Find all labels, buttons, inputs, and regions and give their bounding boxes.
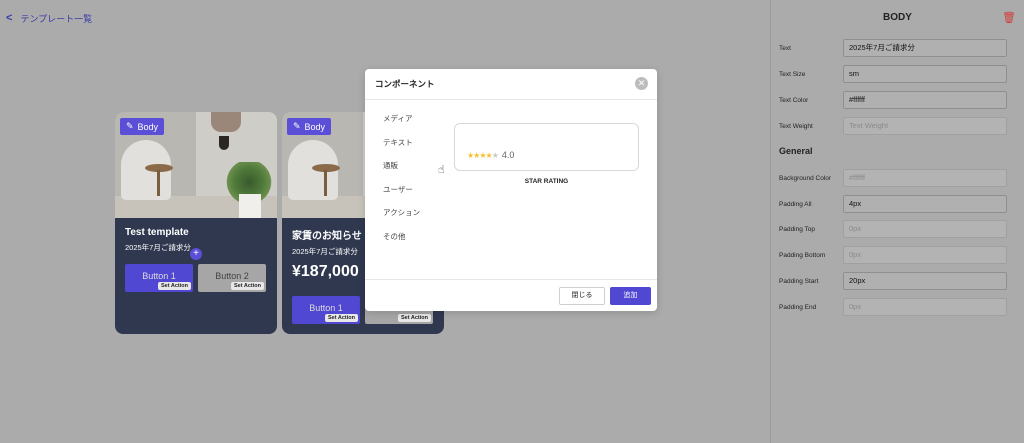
section-general: General [779, 146, 813, 156]
modal-footer: 閉じる 追加 [365, 279, 657, 311]
set-action-button[interactable]: Set Action [231, 282, 264, 290]
set-action-button[interactable]: Set Action [398, 314, 431, 322]
component-modal: コンポーネント ✕ メディア テキスト 通販 ユーザー アクション その他 ☝ … [365, 69, 657, 311]
trash-icon[interactable]: 🗑 [1002, 11, 1016, 24]
padding-top-input[interactable]: 0px [843, 220, 1007, 238]
background-color-input[interactable]: #ffffff [843, 169, 1007, 187]
text-color-input[interactable]: #ffffff [843, 91, 1007, 109]
padding-all-input[interactable]: 4px [843, 195, 1007, 213]
set-action-button[interactable]: Set Action [325, 314, 358, 322]
properties-panel: BODY 🗑 Text 2025年7月ご請求分 Text Size sm Tex… [770, 0, 1024, 443]
close-icon[interactable]: ✕ [635, 77, 648, 90]
back-link-label: テンプレート一覧 [20, 13, 93, 24]
edit-icon: ✎ [126, 121, 134, 131]
category-action[interactable]: アクション [383, 207, 420, 218]
body-badge[interactable]: ✎ Body [287, 118, 332, 135]
category-media[interactable]: メディア [383, 113, 420, 124]
edit-icon: ✎ [293, 121, 301, 131]
card-button-1[interactable]: Button 1 Set Action [292, 296, 360, 324]
back-link[interactable]: < テンプレート一覧 [0, 0, 92, 36]
field-padding-bottom: Padding Bottom 0px [779, 246, 1015, 264]
close-button[interactable]: 閉じる [559, 287, 605, 305]
field-padding-end: Padding End 0px [779, 298, 1015, 316]
rating-value: 4.0 [501, 150, 515, 160]
padding-start-input[interactable]: 20px [843, 272, 1007, 290]
field-text-size: Text Size sm [779, 65, 1015, 83]
star-icons: ★★★★★ [467, 150, 499, 160]
text-size-input[interactable]: sm [843, 65, 1007, 83]
template-card-1[interactable]: ✎ Body Test template 2025年7月ご請求分 + Butto… [115, 112, 277, 334]
star-rating-preview[interactable]: ★★★★★ 4.0 [454, 123, 639, 171]
category-shopping[interactable]: 通販 [383, 160, 420, 171]
chevron-left-icon: < [6, 12, 13, 24]
add-button[interactable]: 追加 [610, 287, 651, 305]
field-background-color: Background Color #ffffff [779, 169, 1015, 187]
field-padding-top: Padding Top 0px [779, 220, 1015, 238]
field-padding-start: Padding Start 20px [779, 272, 1015, 290]
modal-title: コンポーネント [365, 69, 657, 100]
field-text: Text 2025年7月ご請求分 [779, 39, 1015, 57]
body-badge[interactable]: ✎ Body [120, 118, 165, 135]
category-other[interactable]: その他 [383, 231, 420, 242]
category-text[interactable]: テキスト [383, 137, 420, 148]
card-photo: ✎ Body [115, 112, 277, 218]
padding-bottom-input[interactable]: 0px [843, 246, 1007, 264]
panel-title: BODY [883, 12, 912, 23]
category-user[interactable]: ユーザー [383, 184, 420, 195]
text-input[interactable]: 2025年7月ご請求分 [843, 39, 1007, 57]
card-button-2[interactable]: Button 2 Set Action [198, 264, 266, 292]
add-component-icon[interactable]: + [190, 248, 202, 260]
field-padding-all: Padding All 4px [779, 195, 1015, 213]
text-weight-input[interactable]: Text Weight [843, 117, 1007, 135]
card-title: Test template [125, 227, 189, 238]
preview-label: STAR RATING [524, 178, 569, 185]
hand-cursor-icon: ☝ [438, 164, 445, 176]
padding-end-input[interactable]: 0px [843, 298, 1007, 316]
component-category-list: メディア テキスト 通販 ユーザー アクション その他 [383, 113, 420, 242]
field-text-weight: Text Weight Text Weight [779, 117, 1015, 135]
field-text-color: Text Color #ffffff [779, 91, 1015, 109]
set-action-button[interactable]: Set Action [158, 282, 191, 290]
card-button-1[interactable]: Button 1 Set Action [125, 264, 193, 292]
